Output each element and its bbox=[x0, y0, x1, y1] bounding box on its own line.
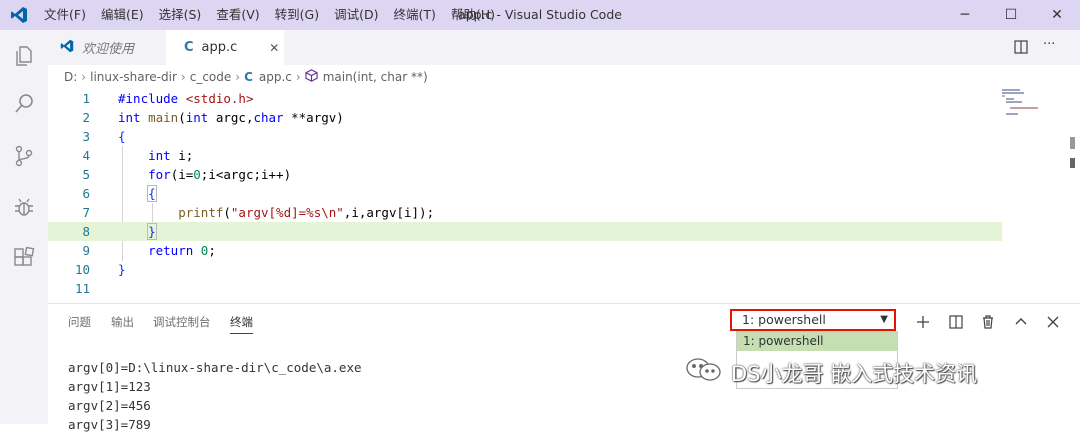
terminal-line: argv[2]=456 bbox=[68, 398, 151, 413]
scrollbar-marker[interactable] bbox=[1070, 158, 1075, 168]
search-icon[interactable] bbox=[10, 90, 38, 118]
code-line: 10 } bbox=[74, 262, 126, 277]
tab-label: 欢迎使用 bbox=[82, 42, 135, 57]
tab-terminal[interactable]: 终端 bbox=[230, 314, 253, 334]
terminal-line: argv[3]=789 bbox=[68, 417, 151, 432]
tab-debug-console[interactable]: 调试控制台 bbox=[153, 314, 211, 330]
menu-go[interactable]: 转到(G) bbox=[275, 0, 319, 30]
watermark-text: DS小龙哥 嵌入式技术资讯 bbox=[731, 361, 978, 386]
close-icon[interactable]: ✕ bbox=[269, 41, 279, 55]
dropdown-option[interactable]: 1: powershell bbox=[737, 332, 897, 351]
close-window-button[interactable]: ✕ bbox=[1034, 0, 1080, 30]
code-line: 7 printf("argv[%d]=%s\n",i,argv[i]); bbox=[82, 205, 435, 220]
more-actions-icon[interactable]: ··· bbox=[1043, 37, 1055, 52]
scrollbar-marker[interactable] bbox=[1070, 137, 1075, 149]
code-line: 9 return 0; bbox=[82, 243, 216, 258]
editor-tab-bar: 欢迎使用 C app.c ✕ ··· bbox=[48, 30, 1080, 65]
chevron-right-icon: › bbox=[81, 70, 87, 84]
terminal-line: argv[1]=123 bbox=[68, 379, 151, 394]
tab-label: app.c bbox=[201, 40, 238, 55]
breadcrumb-item[interactable]: D: bbox=[64, 70, 77, 84]
code-line: 1 #include <stdio.h> bbox=[82, 91, 254, 106]
maximize-button[interactable]: ☐ bbox=[988, 0, 1034, 30]
tab-app-c[interactable]: C app.c ✕ bbox=[166, 30, 284, 65]
split-terminal-icon[interactable] bbox=[946, 312, 966, 332]
menu-terminal[interactable]: 终端(T) bbox=[393, 0, 435, 30]
files-icon[interactable] bbox=[10, 42, 38, 70]
breadcrumb-item[interactable]: app.c bbox=[259, 70, 292, 84]
code-line: 3 { bbox=[82, 129, 126, 144]
menu-view[interactable]: 查看(V) bbox=[216, 0, 259, 30]
watermark: DS小龙哥 嵌入式技术资讯 bbox=[685, 357, 977, 388]
title-bar: 文件(F) 编辑(E) 选择(S) 查看(V) 转到(G) 调试(D) 终端(T… bbox=[0, 0, 1080, 30]
tab-problems[interactable]: 问题 bbox=[68, 314, 91, 330]
code-line: 2 int main(int argc,char **argv) bbox=[82, 110, 344, 125]
terminal-line: argv[0]=D:\linux-share-dir\c_code\a.exe bbox=[68, 360, 362, 375]
terminal-select[interactable]: 1: powershell ▼ bbox=[730, 309, 896, 331]
close-icon[interactable] bbox=[1043, 312, 1063, 332]
menu-debug[interactable]: 调试(D) bbox=[334, 0, 378, 30]
code-line: 4 int i; bbox=[82, 148, 194, 163]
breadcrumb: D: › linux-share-dir › c_code › C app.c … bbox=[48, 65, 1080, 89]
code-line: 5 for(i=0;i<argc;i++) bbox=[82, 167, 292, 182]
code-line: 6 { bbox=[82, 185, 157, 202]
c-file-icon: C bbox=[184, 40, 194, 55]
code-line-current: 8 } bbox=[48, 222, 1002, 241]
breadcrumb-item[interactable]: linux-share-dir bbox=[90, 70, 177, 84]
wechat-icon bbox=[685, 357, 723, 388]
menu-file[interactable]: 文件(F) bbox=[44, 0, 86, 30]
trash-icon[interactable] bbox=[978, 312, 998, 332]
plus-icon[interactable] bbox=[913, 312, 933, 332]
method-cube-icon bbox=[305, 69, 318, 85]
chevron-up-icon[interactable] bbox=[1011, 312, 1031, 332]
menu-edit[interactable]: 编辑(E) bbox=[101, 0, 144, 30]
tab-welcome[interactable]: 欢迎使用 bbox=[48, 30, 166, 65]
c-file-icon: C bbox=[244, 70, 253, 84]
vscode-logo-icon bbox=[10, 6, 28, 28]
minimize-button[interactable]: ─ bbox=[942, 0, 988, 30]
caret-down-icon: ▼ bbox=[880, 314, 888, 325]
breadcrumb-item[interactable]: c_code bbox=[190, 70, 232, 84]
chevron-right-icon: › bbox=[180, 70, 186, 84]
source-control-icon[interactable] bbox=[10, 142, 38, 170]
chevron-right-icon: › bbox=[235, 70, 241, 84]
extensions-icon[interactable] bbox=[10, 244, 38, 272]
split-editor-icon[interactable] bbox=[1013, 39, 1029, 59]
breadcrumb-item[interactable]: main(int, char **) bbox=[323, 70, 428, 84]
chevron-right-icon: › bbox=[295, 70, 301, 84]
code-line: 11 bbox=[74, 281, 90, 296]
menu-selection[interactable]: 选择(S) bbox=[159, 0, 202, 30]
code-editor[interactable]: 1 #include <stdio.h> 2 int main(int argc… bbox=[48, 89, 1080, 303]
activity-bar bbox=[0, 30, 48, 424]
menu-bar: 文件(F) 编辑(E) 选择(S) 查看(V) 转到(G) 调试(D) 终端(T… bbox=[44, 0, 510, 30]
menu-help[interactable]: 帮助(H) bbox=[451, 0, 495, 30]
tab-output[interactable]: 输出 bbox=[111, 314, 134, 330]
minimap[interactable] bbox=[1000, 89, 1048, 129]
terminal-select-value: 1: powershell bbox=[742, 312, 826, 327]
debug-icon[interactable] bbox=[10, 194, 38, 222]
vscode-logo-icon bbox=[60, 39, 74, 57]
